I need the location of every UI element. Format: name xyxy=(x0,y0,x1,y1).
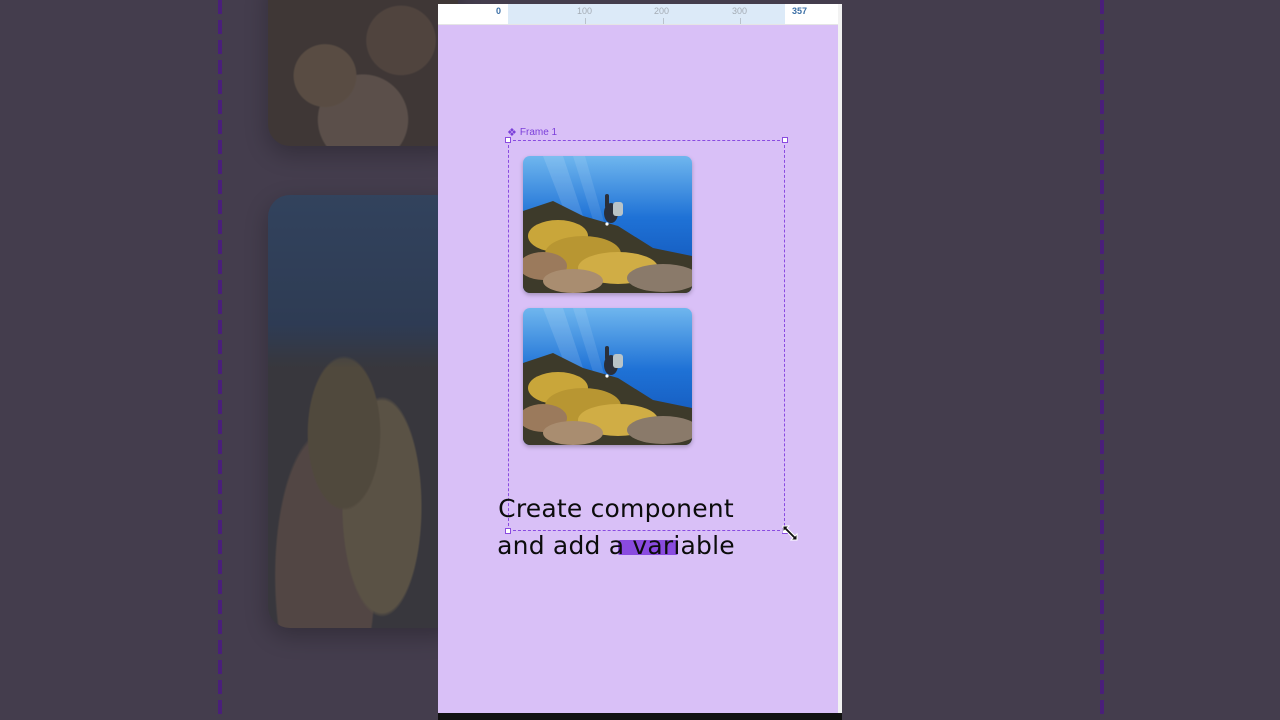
canvas-edge xyxy=(838,4,842,720)
frame-name-label[interactable]: ❖ Frame 1 xyxy=(507,126,557,139)
screen: 0 100 200 300 357 ❖ Frame 1 Create compo… xyxy=(0,0,1280,720)
ruler-label-200: 200 xyxy=(654,6,670,16)
ruler-label-start: 0 xyxy=(496,6,502,16)
ruler-tick xyxy=(585,18,586,24)
horizontal-ruler: 0 100 200 300 357 xyxy=(438,4,838,25)
canvas-bottom-bar xyxy=(438,713,842,720)
tutorial-caption: Create component and add a variable xyxy=(468,490,764,564)
resize-cursor-icon xyxy=(782,525,798,541)
caption-line-1: Create component xyxy=(498,494,734,523)
frame-name-text: Frame 1 xyxy=(519,127,558,138)
background-image-card-top xyxy=(268,0,458,146)
ruler-tick xyxy=(663,18,664,24)
resize-handle-top-left[interactable] xyxy=(505,137,511,143)
resize-handle-top-right[interactable] xyxy=(782,137,788,143)
ruler-label-100: 100 xyxy=(577,6,593,16)
frame-selection-box[interactable] xyxy=(505,137,788,534)
caption-line-2: and add a variable xyxy=(497,531,735,560)
ruler-tick xyxy=(740,18,741,24)
background-dashed-line-left xyxy=(218,0,222,720)
ruler-label-300: 300 xyxy=(732,6,748,16)
background-image-card-large xyxy=(268,195,458,628)
background-dashed-line-right xyxy=(1100,0,1104,720)
design-canvas[interactable]: 0 100 200 300 357 ❖ Frame 1 Create compo… xyxy=(438,4,842,720)
ruler-label-end: 357 xyxy=(792,6,808,16)
